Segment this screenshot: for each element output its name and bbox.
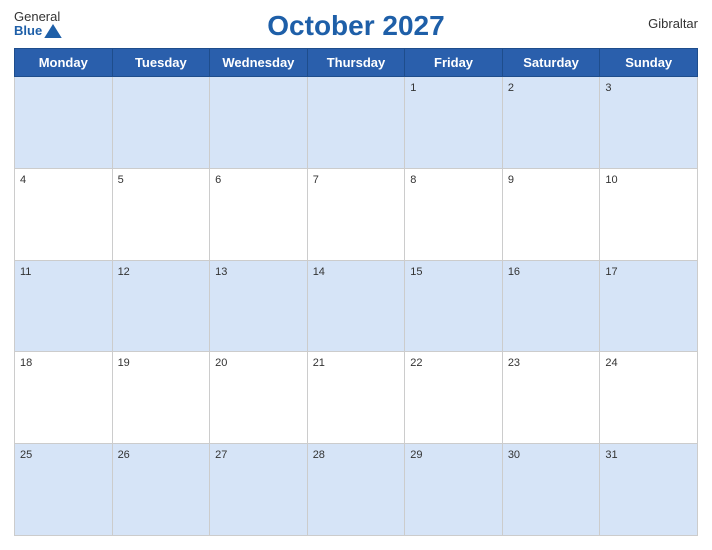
calendar-day-cell: 30 [502,444,600,536]
day-number: 30 [508,449,520,461]
logo-general-text: General [14,10,62,24]
day-number: 26 [118,449,130,461]
calendar-day-cell [112,77,210,169]
calendar-day-cell: 27 [210,444,308,536]
calendar-day-cell [307,77,405,169]
calendar-week-row: 1 2 3 [15,77,698,169]
calendar-day-cell: 22 [405,352,503,444]
calendar-week-row: 25 26 27 28 29 30 31 [15,444,698,536]
day-number: 16 [508,266,520,278]
calendar-day-cell: 1 [405,77,503,169]
calendar-day-cell: 28 [307,444,405,536]
calendar-day-cell: 5 [112,168,210,260]
calendar-day-cell: 26 [112,444,210,536]
day-number: 18 [20,357,32,369]
day-number: 15 [410,266,422,278]
day-number: 1 [410,82,416,94]
calendar-day-cell: 8 [405,168,503,260]
header-tuesday: Tuesday [112,49,210,77]
calendar-day-cell: 16 [502,260,600,352]
day-number: 8 [410,174,416,186]
header-thursday: Thursday [307,49,405,77]
calendar-day-cell: 21 [307,352,405,444]
calendar-country: Gibraltar [648,16,698,31]
calendar-day-cell: 23 [502,352,600,444]
calendar-day-cell: 9 [502,168,600,260]
header-saturday: Saturday [502,49,600,77]
header-monday: Monday [15,49,113,77]
calendar-day-cell [15,77,113,169]
day-number: 10 [605,174,617,186]
calendar-title: October 2027 [267,10,444,42]
calendar-week-row: 4 5 6 7 8 9 10 [15,168,698,260]
calendar-container: General Blue October 2027 Gibraltar Mond… [0,0,712,550]
day-number: 12 [118,266,130,278]
calendar-day-cell: 19 [112,352,210,444]
day-number: 24 [605,357,617,369]
day-number: 27 [215,449,227,461]
day-number: 20 [215,357,227,369]
calendar-thead: Monday Tuesday Wednesday Thursday Friday… [15,49,698,77]
day-number: 31 [605,449,617,461]
calendar-day-cell: 3 [600,77,698,169]
logo-blue-text: Blue [14,24,42,38]
day-number: 25 [20,449,32,461]
calendar-day-cell: 29 [405,444,503,536]
calendar-table: Monday Tuesday Wednesday Thursday Friday… [14,48,698,536]
calendar-week-row: 11 12 13 14 15 16 17 [15,260,698,352]
day-number: 11 [20,266,31,278]
calendar-day-cell: 4 [15,168,113,260]
calendar-day-cell: 6 [210,168,308,260]
calendar-day-cell: 12 [112,260,210,352]
header-wednesday: Wednesday [210,49,308,77]
day-number: 17 [605,266,617,278]
day-number: 23 [508,357,520,369]
calendar-day-cell: 25 [15,444,113,536]
calendar-day-cell: 11 [15,260,113,352]
calendar-day-cell: 7 [307,168,405,260]
calendar-header: General Blue October 2027 Gibraltar [14,10,698,42]
calendar-day-cell: 14 [307,260,405,352]
header-sunday: Sunday [600,49,698,77]
day-number: 9 [508,174,514,186]
day-number: 21 [313,357,325,369]
calendar-week-row: 18 19 20 21 22 23 24 [15,352,698,444]
calendar-day-cell: 18 [15,352,113,444]
day-number: 7 [313,174,319,186]
header-friday: Friday [405,49,503,77]
day-number: 6 [215,174,221,186]
day-number: 2 [508,82,514,94]
calendar-day-cell [210,77,308,169]
day-number: 5 [118,174,124,186]
day-number: 29 [410,449,422,461]
calendar-day-cell: 2 [502,77,600,169]
day-number: 14 [313,266,325,278]
day-number: 13 [215,266,227,278]
day-number: 4 [20,174,26,186]
logo-icon [44,24,62,38]
calendar-day-cell: 20 [210,352,308,444]
calendar-day-cell: 15 [405,260,503,352]
logo: General Blue [14,10,62,39]
calendar-day-cell: 13 [210,260,308,352]
day-number: 28 [313,449,325,461]
calendar-day-cell: 31 [600,444,698,536]
calendar-body: 1234567891011121314151617181920212223242… [15,77,698,536]
day-number: 3 [605,82,611,94]
calendar-day-cell: 24 [600,352,698,444]
calendar-day-cell: 10 [600,168,698,260]
calendar-day-cell: 17 [600,260,698,352]
day-number: 19 [118,357,130,369]
day-number: 22 [410,357,422,369]
weekday-header-row: Monday Tuesday Wednesday Thursday Friday… [15,49,698,77]
